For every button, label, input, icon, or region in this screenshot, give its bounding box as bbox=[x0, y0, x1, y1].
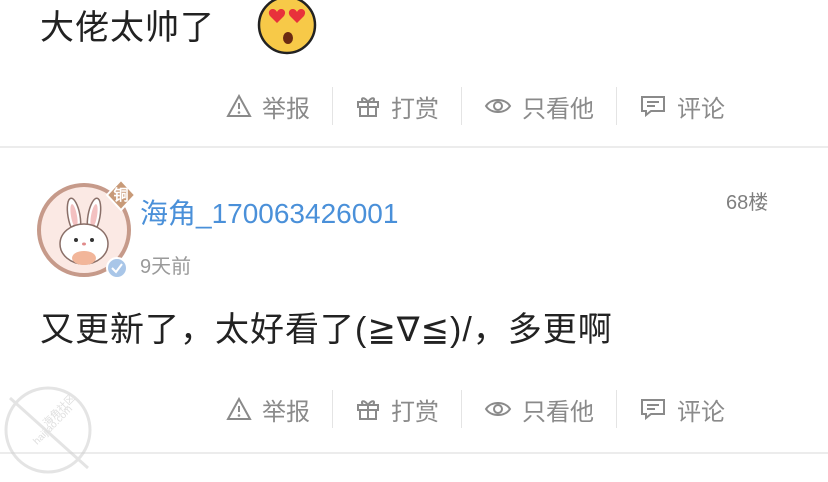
username[interactable]: 海角_170063426001 bbox=[140, 192, 398, 232]
comment-icon bbox=[641, 96, 665, 118]
action-bar: 举报 打赏 只看他 评论 bbox=[226, 389, 725, 429]
only-him-button[interactable]: 只看他 bbox=[484, 392, 594, 427]
divider bbox=[332, 390, 333, 428]
only-him-button[interactable]: 只看他 bbox=[484, 89, 594, 124]
report-label: 举报 bbox=[262, 95, 310, 123]
divider bbox=[616, 87, 617, 125]
eye-icon bbox=[484, 99, 512, 113]
post-time: 9天前 bbox=[140, 256, 192, 278]
section-divider bbox=[0, 452, 828, 454]
divider bbox=[616, 390, 617, 428]
reward-label: 打赏 bbox=[391, 398, 439, 426]
only-him-label: 只看他 bbox=[522, 95, 594, 123]
reward-button[interactable]: 打赏 bbox=[355, 392, 439, 427]
comment-button[interactable]: 评论 bbox=[639, 89, 725, 124]
report-button[interactable]: 举报 bbox=[226, 89, 310, 124]
heart-eyes-emoji bbox=[256, 0, 318, 56]
gift-icon bbox=[357, 400, 379, 420]
divider bbox=[461, 87, 462, 125]
comment-text: 大佬太帅了 bbox=[40, 9, 215, 47]
watermark-logo: 海角社区 haijiao.com bbox=[0, 378, 100, 477]
floor-number: 68楼 bbox=[726, 192, 769, 214]
comment-button[interactable]: 评论 bbox=[639, 392, 725, 427]
divider bbox=[461, 390, 462, 428]
only-him-label: 只看他 bbox=[522, 398, 594, 426]
comment-label: 评论 bbox=[677, 95, 725, 123]
warning-icon bbox=[226, 94, 252, 117]
verified-icon bbox=[105, 256, 129, 280]
warning-icon bbox=[226, 397, 252, 420]
bronze-badge: 铜 bbox=[104, 178, 138, 212]
reward-button[interactable]: 打赏 bbox=[355, 89, 439, 124]
action-bar: 举报 打赏 只看他 评论 bbox=[226, 86, 725, 126]
report-label: 举报 bbox=[262, 398, 310, 426]
divider bbox=[332, 87, 333, 125]
section-divider bbox=[0, 146, 828, 148]
reward-label: 打赏 bbox=[391, 95, 439, 123]
badge-label: 铜 bbox=[113, 187, 129, 204]
comment-label: 评论 bbox=[677, 398, 725, 426]
report-button[interactable]: 举报 bbox=[226, 392, 310, 427]
gift-icon bbox=[357, 97, 379, 117]
eye-icon bbox=[484, 402, 512, 416]
comment-text: 又更新了，太好看了(≧∇≦)/，多更啊 bbox=[40, 311, 613, 349]
comment-icon bbox=[641, 399, 665, 421]
